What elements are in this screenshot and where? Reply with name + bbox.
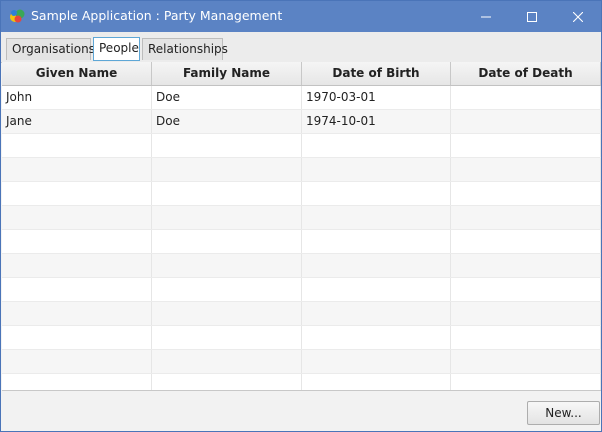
empty-row	[2, 206, 601, 230]
empty-row	[2, 254, 601, 278]
table-header: Given Name Family Name Date of Birth Dat…	[2, 62, 601, 86]
column-header-family-name[interactable]: Family Name	[152, 62, 302, 85]
tab-relationships[interactable]: Relationships	[142, 38, 228, 60]
table-row[interactable]: Jane Doe 1974-10-01	[2, 110, 601, 134]
empty-row	[2, 374, 601, 390]
table-row[interactable]: John Doe 1970-03-01	[2, 86, 601, 110]
cell-date-of-birth[interactable]: 1974-10-01	[302, 110, 451, 133]
column-header-given-name[interactable]: Given Name	[2, 62, 152, 85]
empty-row	[2, 302, 601, 326]
close-icon	[573, 11, 583, 22]
minimize-button[interactable]	[463, 1, 509, 32]
tab-organisations[interactable]: Organisations	[6, 38, 95, 60]
empty-row	[2, 134, 601, 158]
people-table[interactable]: Given Name Family Name Date of Birth Dat…	[2, 62, 601, 391]
cell-date-of-death[interactable]	[451, 110, 601, 133]
table-body: John Doe 1970-03-01 Jane Doe 1974-10-01	[2, 86, 601, 390]
minimize-icon	[481, 16, 491, 17]
cell-given-name[interactable]: John	[2, 86, 152, 109]
app-icon	[9, 8, 25, 24]
empty-row	[2, 230, 601, 254]
maximize-icon	[527, 11, 537, 22]
empty-row	[2, 326, 601, 350]
column-header-date-of-birth[interactable]: Date of Birth	[302, 62, 451, 85]
empty-row	[2, 182, 601, 206]
tab-bar: Organisations People Relationships	[1, 32, 601, 63]
cell-family-name[interactable]: Doe	[152, 110, 302, 133]
title-bar[interactable]: Sample Application : Party Management	[1, 1, 601, 32]
cell-given-name[interactable]: Jane	[2, 110, 152, 133]
maximize-button[interactable]	[509, 1, 555, 32]
footer-bar: New...	[1, 392, 601, 431]
empty-row	[2, 350, 601, 374]
app-window: Sample Application : Party Management Or…	[0, 0, 602, 432]
new-button[interactable]: New...	[527, 401, 600, 425]
column-header-date-of-death[interactable]: Date of Death	[451, 62, 601, 85]
cell-family-name[interactable]: Doe	[152, 86, 302, 109]
cell-date-of-death[interactable]	[451, 86, 601, 109]
window-title: Sample Application : Party Management	[31, 8, 283, 23]
cell-date-of-birth[interactable]: 1970-03-01	[302, 86, 451, 109]
empty-row	[2, 278, 601, 302]
close-button[interactable]	[555, 1, 601, 32]
empty-row	[2, 158, 601, 182]
tab-people[interactable]: People	[93, 37, 140, 61]
